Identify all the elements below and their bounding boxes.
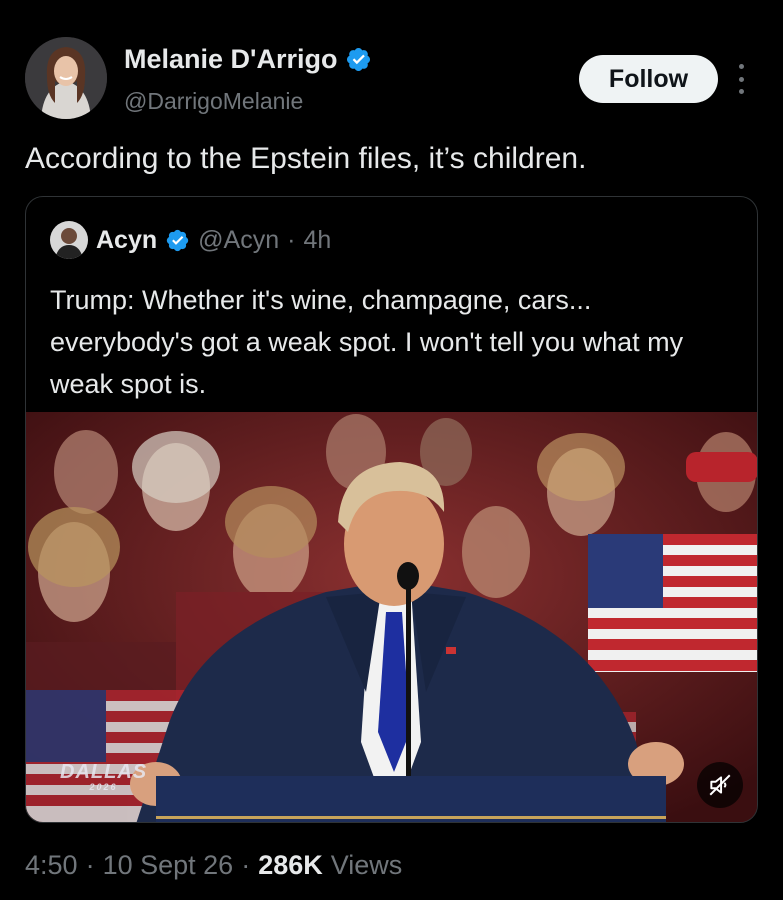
separator-dot: · — [241, 850, 251, 880]
separator-dot: · — [85, 850, 95, 880]
tweet-meta: 4:50 · 10 Sept 26 · 286K Views — [25, 850, 402, 881]
quoted-tweet-video[interactable]: DALLAS 2026 — [26, 412, 757, 822]
quoted-tweet-card[interactable]: Acyn @Acyn · 4h Trump: Whether it's wine… — [25, 196, 758, 823]
quoted-author-handle[interactable]: @Acyn — [198, 226, 279, 255]
separator-dot: · — [287, 225, 296, 254]
quoted-author-name[interactable]: Acyn — [96, 226, 157, 255]
tweet-date[interactable]: 10 Sept 26 — [103, 850, 234, 881]
views-label: Views — [330, 850, 403, 880]
views-count: 286K — [258, 850, 323, 880]
speaker-muted-icon[interactable] — [697, 762, 743, 808]
dallas-watermark-logo: DALLAS 2026 — [60, 761, 148, 792]
author-name-row: Melanie D'Arrigo — [124, 44, 372, 75]
author-avatar[interactable] — [25, 37, 107, 119]
tweet-text: According to the Epstein files, it’s chi… — [25, 142, 587, 175]
tweet-time[interactable]: 4:50 — [25, 850, 78, 881]
verified-badge-icon — [347, 47, 371, 72]
author-handle[interactable]: @DarrigoMelanie — [124, 88, 303, 115]
quoted-tweet-header: Acyn @Acyn · 4h — [50, 221, 331, 259]
quoted-tweet-text: Trump: Whether it's wine, champagne, car… — [50, 285, 684, 399]
quoted-tweet-time[interactable]: 4h — [303, 226, 331, 255]
verified-badge-icon — [166, 229, 189, 251]
more-options-icon[interactable] — [733, 64, 749, 94]
author-name[interactable]: Melanie D'Arrigo — [124, 44, 337, 75]
quoted-author-avatar[interactable] — [50, 221, 88, 259]
follow-button[interactable]: Follow — [579, 55, 718, 103]
